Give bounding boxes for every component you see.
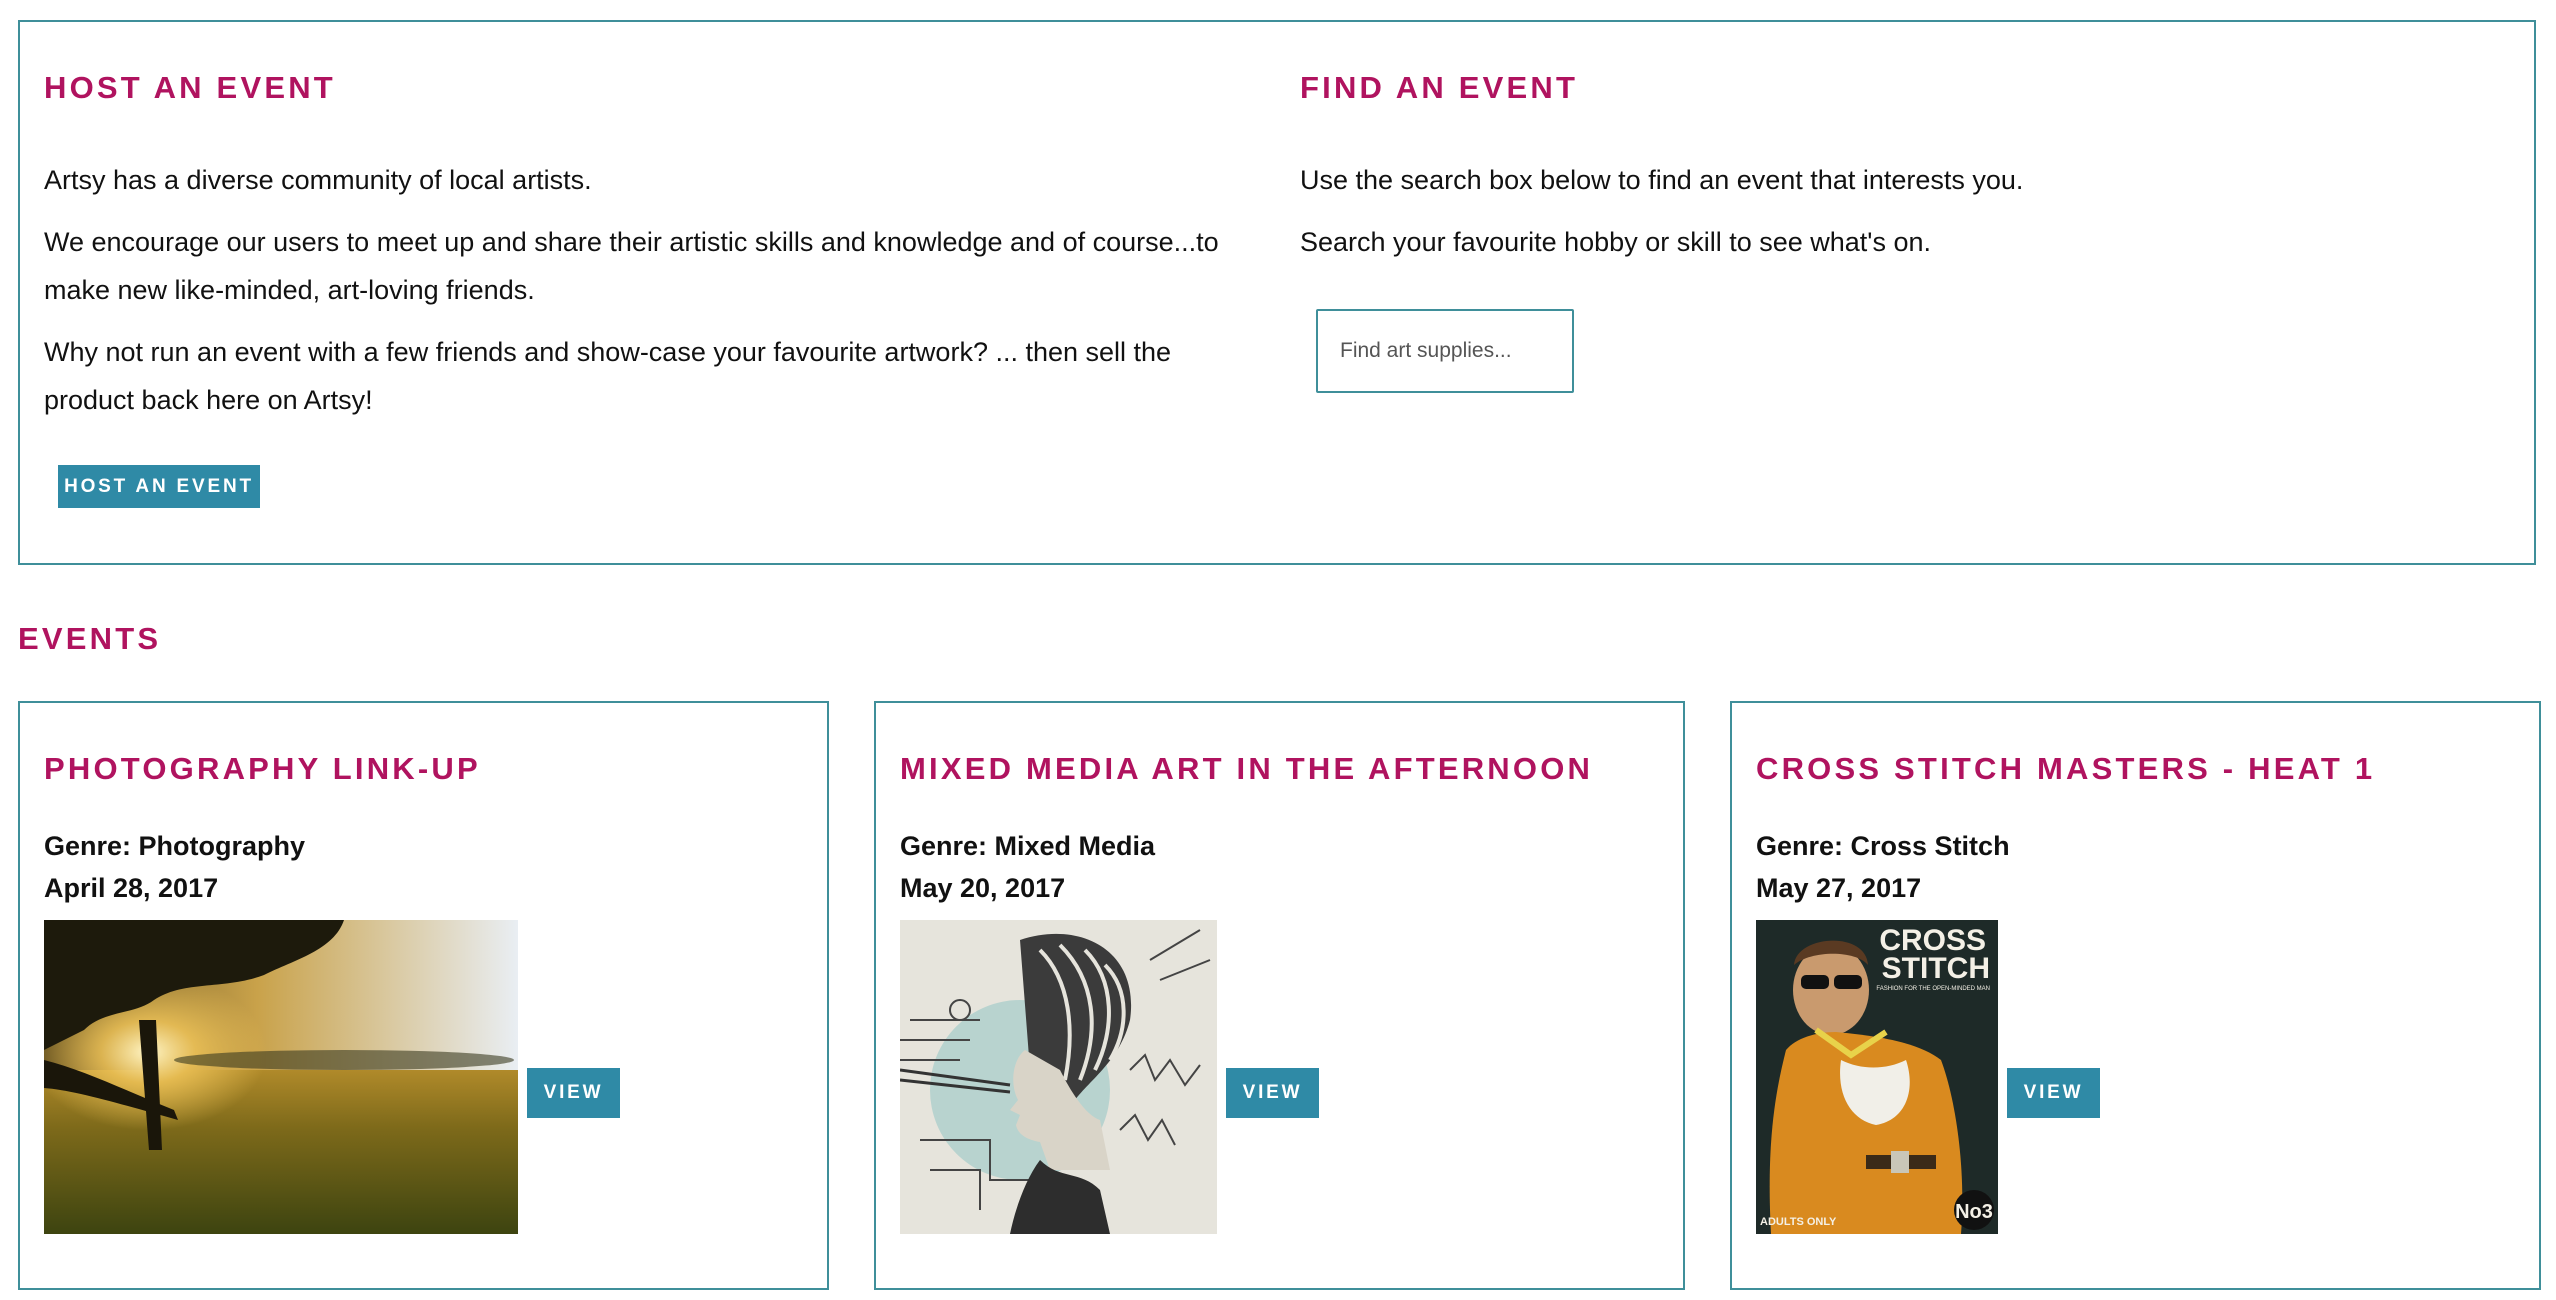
golf-course-sunset-photo xyxy=(44,920,518,1234)
event-date: May 27, 2017 xyxy=(1756,873,1922,903)
event-card: PHOTOGRAPHY LINK-UP Genre: Photography A… xyxy=(18,701,829,1290)
view-button[interactable]: VIEW xyxy=(1226,1068,1319,1118)
host-event-section: HOST AN EVENT Artsy has a diverse commun… xyxy=(44,22,1244,508)
cover-badge: ADULTS ONLY xyxy=(1760,1216,1837,1228)
find-event-heading: FIND AN EVENT xyxy=(1300,70,1579,105)
cross-stitch-magazine-cover: CROSS STITCH FASHION FOR THE OPEN-MINDED… xyxy=(1756,920,1998,1234)
event-date: May 20, 2017 xyxy=(900,873,1066,903)
event-title: MIXED MEDIA ART IN THE AFTERNOON xyxy=(900,751,1594,786)
event-card: CROSS STITCH MASTERS - HEAT 1 Genre: Cro… xyxy=(1730,701,2541,1290)
event-card: MIXED MEDIA ART IN THE AFTERNOON Genre: … xyxy=(874,701,1685,1290)
host-paragraph-2: We encourage our users to meet up and sh… xyxy=(44,227,1219,305)
event-genre: Genre: Photography xyxy=(44,831,306,861)
cover-tagline: FASHION FOR THE OPEN-MINDED MAN xyxy=(1876,986,1990,992)
host-paragraph-3: Why not run an event with a few friends … xyxy=(44,337,1172,415)
host-event-button[interactable]: HOST AN EVENT xyxy=(58,465,260,508)
host-event-heading: HOST AN EVENT xyxy=(44,70,336,105)
view-button[interactable]: VIEW xyxy=(527,1068,620,1118)
host-find-panel: HOST AN EVENT Artsy has a diverse commun… xyxy=(18,20,2536,565)
event-title: CROSS STITCH MASTERS - HEAT 1 xyxy=(1756,751,2376,786)
view-button[interactable]: VIEW xyxy=(2007,1068,2100,1118)
find-paragraph-1: Use the search box below to find an even… xyxy=(1300,165,2024,195)
events-heading: EVENTS xyxy=(18,621,162,656)
cover-title-line2: STITCH xyxy=(1882,952,1990,985)
search-input[interactable] xyxy=(1316,309,1574,393)
event-genre: Genre: Cross Stitch xyxy=(1756,831,2010,861)
event-image-cross-stitch: CROSS STITCH FASHION FOR THE OPEN-MINDED… xyxy=(1756,920,1998,1234)
event-date: April 28, 2017 xyxy=(44,873,219,903)
find-event-section: FIND AN EVENT Use the search box below t… xyxy=(1300,22,2500,393)
mixed-media-collage-portrait xyxy=(900,920,1217,1234)
cover-issue-number: No3 xyxy=(1955,1201,1993,1223)
host-paragraph-1: Artsy has a diverse community of local a… xyxy=(44,165,592,195)
event-image-photography xyxy=(44,920,518,1234)
event-image-mixed-media xyxy=(900,920,1217,1234)
event-genre: Genre: Mixed Media xyxy=(900,831,1156,861)
event-title: PHOTOGRAPHY LINK-UP xyxy=(44,751,481,786)
find-paragraph-2: Search your favourite hobby or skill to … xyxy=(1300,227,1931,257)
